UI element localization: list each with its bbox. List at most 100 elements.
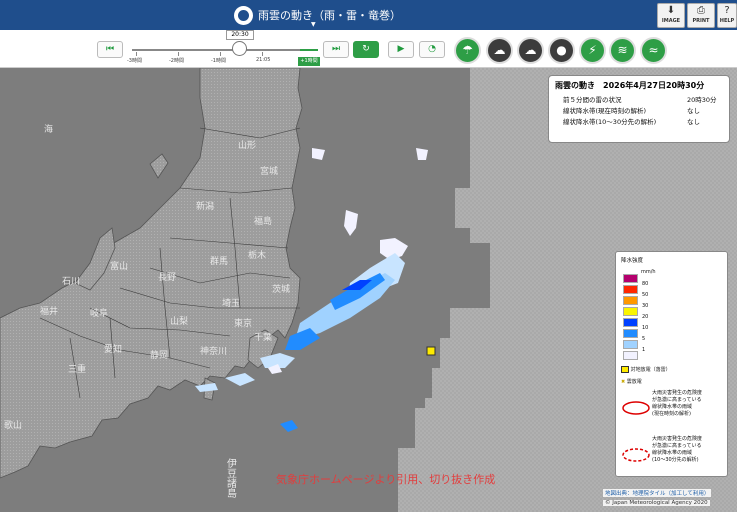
- time-toolbar: ⏮ 20:30 -3時間 -2時間 -1時間 21:05 +1時間 ⏭ ↻ ▶ …: [0, 30, 737, 68]
- layer-band-button[interactable]: ≈: [640, 37, 667, 64]
- legend-swatch: [623, 351, 638, 360]
- legend-swatch: [623, 285, 638, 294]
- app-window: 雨雲の動き（雨・雷・竜巻） ▼ ⬇ IMAGE ⎙ PRINT ? HELP ⏮…: [0, 0, 737, 512]
- time-slider-track[interactable]: [132, 49, 318, 51]
- legend-swatch: [623, 340, 638, 349]
- layer-tornado-button[interactable]: ≋: [609, 37, 636, 64]
- status-row: 前５分間の雷の状況 20時30分: [563, 96, 717, 104]
- printer-icon: ⎙: [697, 5, 705, 16]
- source-watermark: 気象庁ホームページより引用、切り抜き作成: [276, 473, 496, 486]
- rain-cloud-icon: ☂: [462, 43, 473, 57]
- band-now-icon: [622, 401, 650, 415]
- rainband-icon: ≈: [648, 43, 659, 57]
- cloud-download-icon: ☁: [524, 43, 537, 57]
- slider-tick: [220, 52, 221, 56]
- play-icon: ▶: [397, 44, 405, 54]
- legend-swatch: [623, 329, 638, 338]
- map-credit-link[interactable]: 地図出典：地理院タイル（加工して利用）: [603, 489, 712, 497]
- legend-level-label: 30: [642, 303, 649, 309]
- map-label: 福島: [254, 215, 272, 227]
- layer-lightning-button[interactable]: ⚡: [579, 37, 606, 64]
- raindrop-icon: ●: [556, 43, 567, 57]
- cloud-icon: ☁: [493, 43, 506, 57]
- layer-cloud-down-button[interactable]: ☁: [517, 37, 544, 64]
- header-bar: 雨雲の動き（雨・雷・竜巻） ▼ ⬇ IMAGE ⎙ PRINT ? HELP: [0, 0, 737, 30]
- play-button[interactable]: ▶: [388, 41, 414, 58]
- map-label: 長野: [158, 272, 176, 283]
- legend-level-label: 10: [642, 325, 649, 331]
- tornado-icon: ≋: [617, 43, 628, 57]
- legend-level-label: 5: [642, 336, 646, 342]
- print-button[interactable]: ⎙ PRINT: [687, 3, 715, 28]
- map-label: 岐阜: [90, 307, 108, 319]
- chevron-down-icon[interactable]: ▼: [311, 21, 316, 28]
- slider-tick: [136, 52, 137, 56]
- legend-band-now: 大雨災害発生の危険度 が急激に高まっている 線状降水帯の雨域 (現在時刻の解析): [652, 390, 703, 417]
- status-panel-title: 雨雲の動き 2026年4月27日20時30分: [555, 81, 705, 90]
- map-label: 茨城: [272, 283, 290, 295]
- map-label: 埼玉: [222, 297, 240, 309]
- slider-tick: [262, 52, 263, 56]
- tick-label: -3時間: [127, 58, 142, 64]
- image-button[interactable]: ⬇ IMAGE: [657, 3, 685, 28]
- status-row: 線状降水帯(10～30分先の解析) なし: [563, 118, 700, 126]
- tick-label: 21:05: [256, 57, 271, 63]
- lightning-icon: ⚡: [588, 43, 597, 57]
- map-label: 福井: [40, 305, 58, 317]
- legend-level-label: 1: [642, 347, 646, 353]
- slider-tick: [178, 52, 179, 56]
- layer-cloud-button[interactable]: ☁: [486, 37, 513, 64]
- content-selector[interactable]: 雨雲の動き（雨・雷・竜巻）: [234, 5, 401, 25]
- map-label: 石川: [62, 277, 80, 287]
- strike-square-icon: [621, 366, 629, 373]
- forecast-range: [300, 49, 318, 51]
- layer-rain-drop-button[interactable]: ●: [548, 37, 575, 64]
- help-button[interactable]: ? HELP: [717, 3, 737, 28]
- map-label: 宮城: [260, 165, 278, 177]
- tick-label: -1時間: [211, 58, 226, 64]
- copyright-text: © Japan Meteorological Agency 2020: [603, 500, 710, 506]
- legend-swatch: [623, 307, 638, 316]
- map-label: 栃木: [248, 249, 266, 261]
- legend-title: 降水強度: [621, 258, 644, 264]
- map-label: 三重: [68, 363, 86, 375]
- question-icon: ?: [724, 5, 730, 16]
- tick-label: -2時間: [169, 58, 184, 64]
- legend-level-label: 20: [642, 314, 649, 320]
- legend-strike-item: 対地放電（落雷）: [621, 366, 671, 373]
- layer-rain-thunder-button[interactable]: ☂: [454, 37, 481, 64]
- refresh-button[interactable]: ↻: [353, 41, 379, 58]
- map-label: 東京: [234, 317, 252, 329]
- status-panel: 雨雲の動き 2026年4月27日20時30分 前５分間の雷の状況 20時30分 線…: [548, 75, 730, 143]
- map-label: 海: [44, 123, 53, 135]
- legend-swatch: [623, 274, 638, 283]
- speedometer-icon: ◔: [428, 44, 436, 54]
- speed-button[interactable]: ◔: [419, 41, 445, 58]
- skip-to-end-button[interactable]: ⏭: [323, 41, 349, 58]
- map-label: 歌山: [4, 419, 22, 431]
- precipitation-legend: 降水強度 mm/h 80 50 30 20 10 5 1 対地放電（落雷） ✖ 雲放電 大雨…: [615, 251, 728, 477]
- plus-one-hour-label: +1時間: [298, 57, 320, 66]
- jma-logo-icon: [234, 5, 253, 25]
- map-label: 千葉: [254, 331, 272, 343]
- legend-cloud-item: ✖ 雲放電: [621, 379, 642, 385]
- map-label: 静岡: [150, 349, 168, 361]
- map-label: 山梨: [170, 315, 188, 327]
- map-label: 愛知: [104, 343, 122, 355]
- legend-swatch: [623, 296, 638, 305]
- skip-to-start-button[interactable]: ⏮: [97, 41, 123, 58]
- status-row: 線状降水帯(現在時刻の解析) なし: [563, 107, 700, 115]
- map-label: 伊豆諸島: [225, 458, 237, 499]
- map-label: 新潟: [196, 200, 214, 212]
- page-title: 雨雲の動き（雨・雷・竜巻）: [258, 9, 401, 22]
- band-future-icon: [622, 448, 650, 462]
- legend-level-label: 50: [642, 292, 649, 298]
- lightning-strike-marker[interactable]: [426, 346, 436, 356]
- legend-swatch: [623, 318, 638, 327]
- map-label: 富山: [110, 260, 128, 272]
- skip-back-icon: ⏮: [105, 44, 115, 54]
- time-slider-thumb[interactable]: [232, 41, 247, 56]
- map-label: 神奈川: [200, 345, 227, 357]
- legend-level-label: 80: [642, 281, 649, 287]
- cloud-discharge-icon: ✖: [621, 379, 626, 385]
